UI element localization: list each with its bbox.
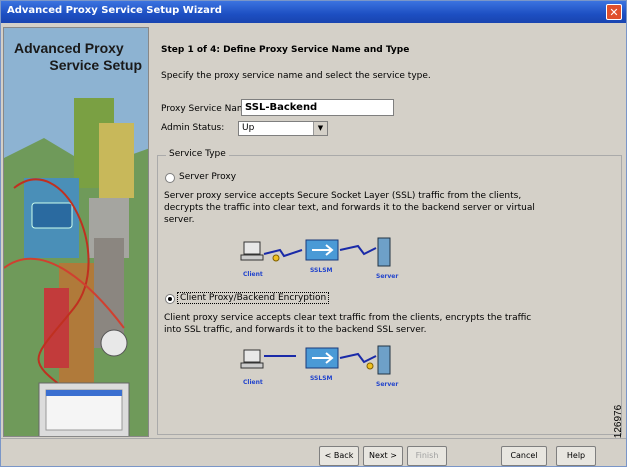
- lock-icon: [272, 254, 280, 262]
- wizard-content: Step 1 of 4: Define Proxy Service Name a…: [151, 27, 624, 437]
- client-proxy-diagram: Client SSLSM Server: [240, 345, 398, 388]
- next-button[interactable]: Next >: [363, 446, 403, 466]
- step-description: Specify the proxy service name and selec…: [161, 71, 431, 81]
- sidebar-title-line1: Advanced Proxy: [14, 40, 124, 56]
- admin-status-value: Up: [242, 123, 255, 133]
- server-proxy-radio[interactable]: [165, 173, 175, 183]
- chevron-down-icon[interactable]: ▼: [313, 122, 327, 135]
- help-button[interactable]: Help: [556, 446, 596, 466]
- sidebar-illustration: [4, 28, 148, 436]
- window-title: Advanced Proxy Service Setup Wizard: [7, 5, 222, 16]
- client-computer-icon: [243, 349, 261, 363]
- diagram-server-label: Server: [376, 273, 398, 280]
- diagram-sslsm-label: SSLSM: [310, 267, 333, 274]
- diagram-client-label: Client: [243, 379, 263, 386]
- server-proxy-label[interactable]: Server Proxy: [179, 172, 236, 182]
- cancel-button[interactable]: Cancel: [501, 446, 547, 466]
- sidebar-title: Advanced Proxy Service Setup: [14, 40, 142, 74]
- diagram-server-label: Server: [376, 381, 398, 388]
- back-button[interactable]: < Back: [319, 446, 359, 466]
- wizard-window: Advanced Proxy Service Setup Wizard ✕ Ad…: [0, 0, 627, 467]
- diagram-sslsm-label: SSLSM: [310, 375, 333, 382]
- server-proxy-description: Server proxy service accepts Secure Sock…: [164, 191, 535, 225]
- wizard-sidebar: Advanced Proxy Service Setup: [3, 27, 149, 437]
- service-type-group: Service Type Server Proxy Server proxy s…: [157, 149, 622, 435]
- figure-number-text: 126976: [613, 404, 625, 439]
- diagram-client-label: Client: [243, 271, 263, 278]
- service-type-legend: Service Type: [166, 149, 229, 159]
- server-icon: [377, 237, 391, 267]
- client-proxy-label[interactable]: Client Proxy/Backend Encryption: [177, 292, 330, 304]
- figure-number: 126976: [613, 392, 636, 452]
- client-proxy-description: Client proxy service accepts clear text …: [164, 313, 532, 335]
- admin-status-select[interactable]: Up ▼: [238, 121, 328, 136]
- title-bar[interactable]: Advanced Proxy Service Setup Wizard ✕: [1, 1, 626, 23]
- service-name-input[interactable]: SSL-Backend: [241, 99, 394, 116]
- close-icon: ✕: [609, 6, 619, 19]
- close-button[interactable]: ✕: [606, 4, 622, 20]
- server-proxy-diagram: Client SSLSM Server: [240, 237, 398, 280]
- button-bar: < Back Next > Finish Cancel Help: [1, 438, 626, 467]
- admin-status-label: Admin Status:: [161, 123, 225, 133]
- finish-button[interactable]: Finish: [407, 446, 447, 466]
- sidebar-title-line2: Service Setup: [49, 57, 142, 73]
- server-icon: [377, 345, 391, 375]
- client-computer-icon: [243, 241, 261, 255]
- client-proxy-radio[interactable]: [165, 294, 175, 304]
- step-title: Step 1 of 4: Define Proxy Service Name a…: [161, 45, 410, 55]
- lock-icon: [366, 362, 374, 370]
